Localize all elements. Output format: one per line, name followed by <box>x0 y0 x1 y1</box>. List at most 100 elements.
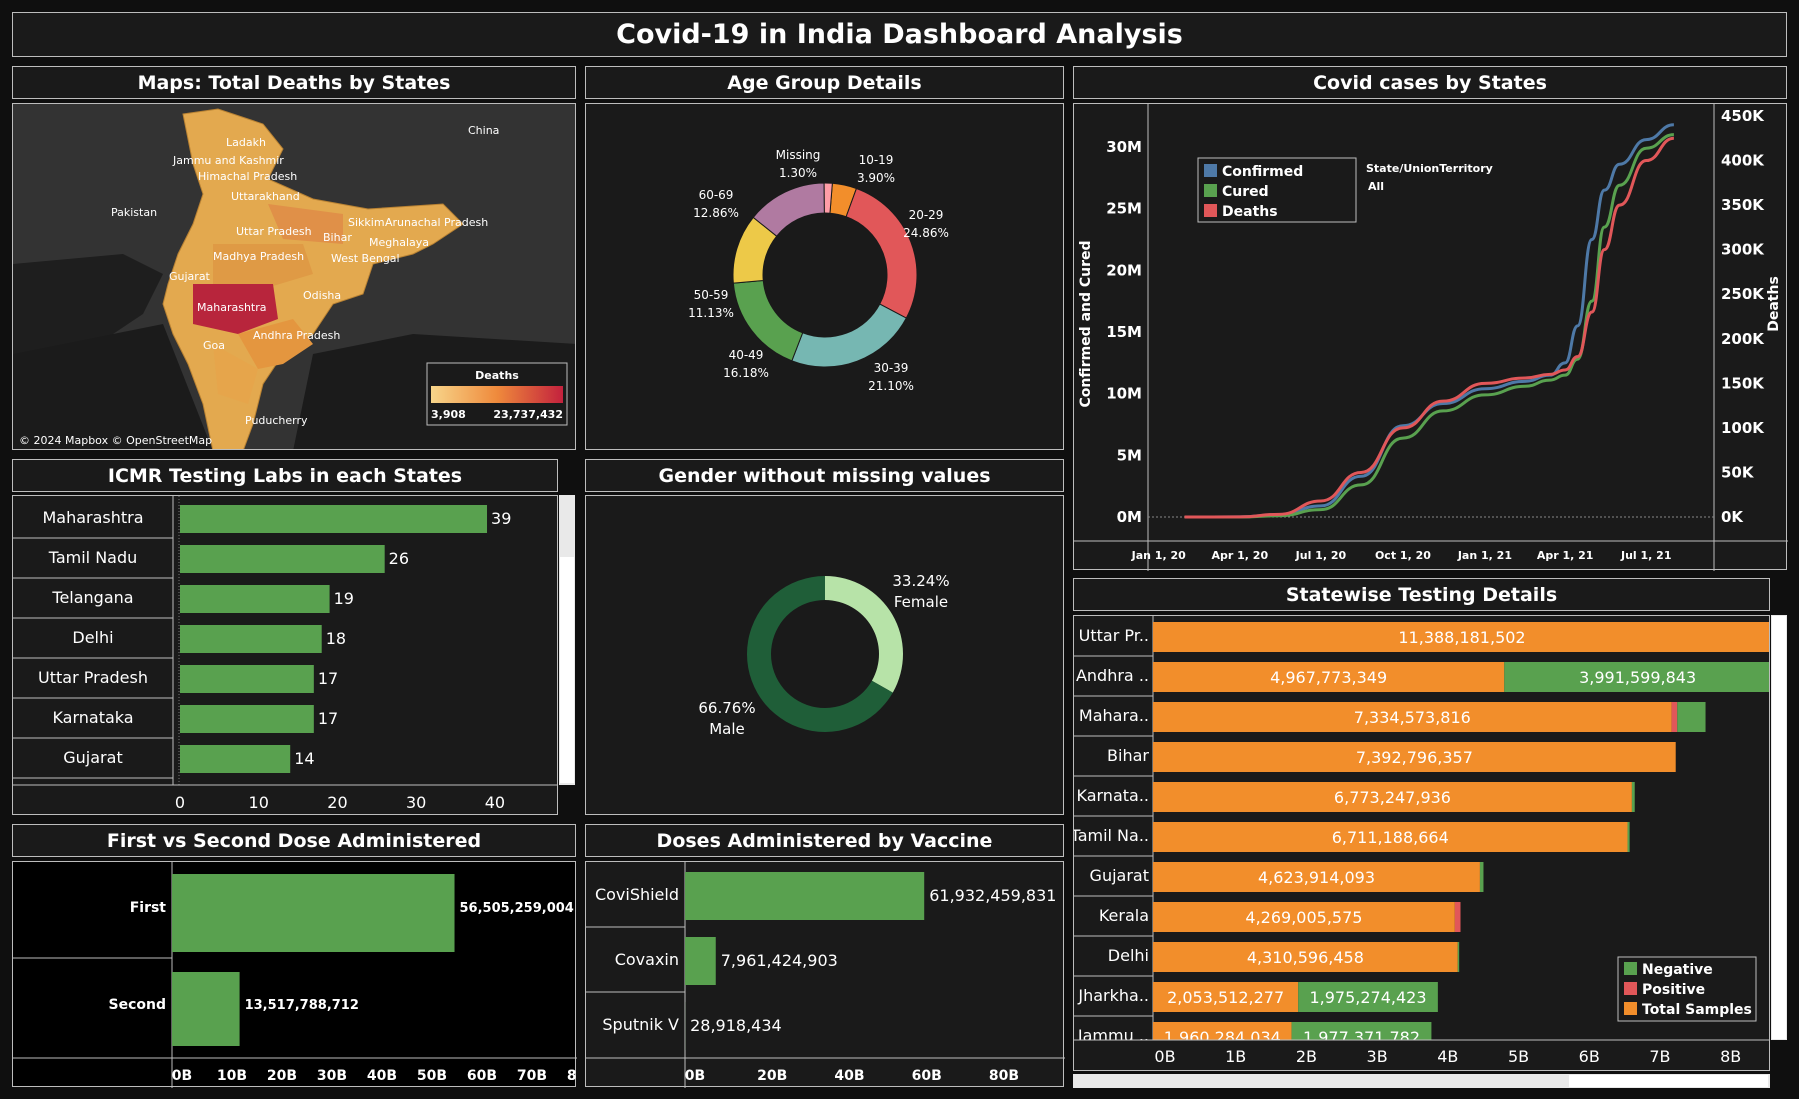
map-panel[interactable]: China Ladakh Jammu and Kashmir Himachal … <box>12 103 576 450</box>
gender-panel[interactable]: 33.24% Female 66.76% Male <box>585 495 1064 815</box>
doses-bar <box>172 972 240 1046</box>
labs-bar <box>180 745 291 773</box>
age-slice-category: 60-69 <box>699 188 734 202</box>
map-svg[interactable]: China Ladakh Jammu and Kashmir Himachal … <box>13 104 576 450</box>
vaccine-category-label: Sputnik V <box>602 1015 679 1034</box>
doses-panel[interactable]: First 56,505,259,004 Second 13,517,788,712 0… <box>12 861 577 1088</box>
map-label: Odisha <box>303 289 341 302</box>
x-tick-label: Jul 1, 20 <box>1295 549 1347 562</box>
vaccine-category-label: CoviShield <box>595 885 679 904</box>
labs-axis-band <box>13 785 557 814</box>
testing-x-tick: 6B <box>1579 1047 1600 1066</box>
gender-female-percent: 33.24% <box>892 572 949 590</box>
total-samples-label: 4,310,596,458 <box>1247 948 1364 967</box>
testing-category-label: Jharkha.. <box>1077 986 1149 1005</box>
left-tick-label: 25M <box>1106 200 1142 218</box>
negative-bar <box>1479 862 1484 892</box>
cases-panel[interactable]: 0M 5M 10M 15M 20M 25M 30M 0K 50K 100K 150K 200K 250K… <box>1073 103 1788 571</box>
labs-bar <box>180 585 330 613</box>
vaccine-panel[interactable]: CoviShield 61,932,459,831 Covaxin 7,961,424… <box>585 861 1065 1088</box>
map-label: Arunachal Pradesh <box>385 216 488 229</box>
labs-value-label: 26 <box>389 549 409 568</box>
vaccine-title: Doses Administered by Vaccine <box>585 824 1064 857</box>
left-tick-label: 0M <box>1117 508 1142 526</box>
testing-panel[interactable]: Uttar Pr.. 11,388,181,502 Andhra .. 4,967,7… <box>1073 615 1770 1071</box>
testing-hscrollbar[interactable] <box>1073 1074 1770 1088</box>
map-label: Gujarat <box>169 270 211 283</box>
map-label: Pakistan <box>111 206 157 219</box>
labs-bar <box>180 545 385 573</box>
labs-title: ICMR Testing Labs in each States <box>12 459 558 492</box>
legend-swatch-cured <box>1204 184 1217 197</box>
doses-x-tick: 70B <box>517 1068 547 1084</box>
positive-bar <box>1671 702 1678 732</box>
negative-bar <box>1631 782 1635 812</box>
testing-legend-swatch <box>1624 962 1637 975</box>
testing-x-tick: 0B <box>1154 1047 1175 1066</box>
age-panel[interactable]: 10-19 3.90% 20-29 24.86% 30-39 21.10% 40-49 16.… <box>585 103 1064 450</box>
labs-bar <box>180 625 322 653</box>
total-samples-label: 7,392,796,357 <box>1356 748 1473 767</box>
doses-title-text: First vs Second Dose Administered <box>106 829 482 852</box>
right-tick-label: 50K <box>1721 463 1755 481</box>
testing-category-label: Delhi <box>1108 946 1149 965</box>
testing-x-tick: 4B <box>1437 1047 1458 1066</box>
labs-value-label: 39 <box>491 509 511 528</box>
labs-panel[interactable]: Maharashtra 39 Tamil Nadu 26 Telangana 19 Delh… <box>12 495 558 815</box>
gender-donut-chart[interactable]: 33.24% Female 66.76% Male <box>586 496 1065 816</box>
testing-vscrollbar[interactable] <box>1771 615 1787 1040</box>
right-tick-label: 350K <box>1721 196 1765 214</box>
cases-title: Covid cases by States <box>1073 66 1787 99</box>
labs-category-label: Uttar Pradesh <box>38 668 148 687</box>
age-slice-30-39 <box>791 303 907 368</box>
labs-scrollbar[interactable] <box>559 495 575 785</box>
labs-x-tick: 30 <box>406 793 426 812</box>
map-title: Maps: Total Deaths by States <box>12 66 576 99</box>
vaccine-bar-chart[interactable]: CoviShield 61,932,459,831 Covaxin 7,961,424… <box>586 862 1065 1088</box>
right-tick-label: 150K <box>1721 374 1765 392</box>
x-tick-label: Jul 1, 21 <box>1620 549 1672 562</box>
doses-value-label: 56,505,259,004 <box>460 901 574 916</box>
doses-bar-chart[interactable]: First 56,505,259,004 Second 13,517,788,712 0… <box>13 862 577 1088</box>
testing-category-label: Gujarat <box>1090 866 1149 885</box>
map-label: Maharashtra <box>197 301 267 314</box>
labs-x-tick: 40 <box>485 793 505 812</box>
right-tick-label: 100K <box>1721 419 1765 437</box>
filter-value: All <box>1368 180 1384 193</box>
map-label: Ladakh <box>226 136 266 149</box>
labs-x-tick: 10 <box>249 793 269 812</box>
labs-category-label: Telangana <box>51 588 133 607</box>
legend-title: Deaths <box>475 369 519 382</box>
right-tick-label: 400K <box>1721 152 1765 170</box>
negative-bar <box>1677 702 1706 732</box>
labs-scroll-thumb[interactable] <box>560 557 574 783</box>
vaccine-x-tick: 0B <box>685 1068 705 1084</box>
filter-label: State/UnionTerritory <box>1366 162 1493 175</box>
map-legend: Deaths 3,908 23,737,432 <box>426 362 568 426</box>
age-slice-percent: 3.90% <box>857 171 895 185</box>
doses-bar <box>172 874 455 952</box>
testing-bar-chart[interactable]: Uttar Pr.. 11,388,181,502 Andhra .. 4,967,7… <box>1074 616 1770 1071</box>
vaccine-x-tick: 20B <box>757 1068 787 1084</box>
cases-line-chart[interactable]: 0M 5M 10M 15M 20M 25M 30M 0K 50K 100K 150K 200K 250K… <box>1074 104 1788 571</box>
labs-category-label: Tamil Nadu <box>48 548 138 567</box>
age-slice-percent: 21.10% <box>868 379 914 393</box>
age-slice-category: 30-39 <box>874 361 909 375</box>
testing-vscroll-thumb[interactable] <box>1772 616 1786 1039</box>
testing-category-label: Tamil Na.. <box>1074 826 1149 845</box>
dashboard-title: Covid-19 in India Dashboard Analysis <box>12 12 1787 57</box>
testing-hscroll-thumb[interactable] <box>1569 1075 1768 1087</box>
left-tick-label: 10M <box>1106 385 1142 403</box>
labs-category-label: Maharashtra <box>42 508 143 527</box>
testing-legend-label: Negative <box>1642 962 1713 978</box>
labs-category-label: Karnataka <box>52 708 133 727</box>
labs-bar-chart[interactable]: Maharashtra 39 Tamil Nadu 26 Telangana 19 Delh… <box>13 496 558 815</box>
legend-min: 3,908 <box>431 408 466 421</box>
labs-bar <box>180 505 488 533</box>
age-slice-category: Missing <box>776 148 821 162</box>
age-donut-chart[interactable]: 10-19 3.90% 20-29 24.86% 30-39 21.10% 40-49 16.… <box>586 104 1065 451</box>
age-slice-percent: 24.86% <box>903 226 949 240</box>
age-title-text: Age Group Details <box>727 71 922 94</box>
age-slice-category: 40-49 <box>729 348 764 362</box>
total-samples-label: 6,773,247,936 <box>1334 788 1451 807</box>
